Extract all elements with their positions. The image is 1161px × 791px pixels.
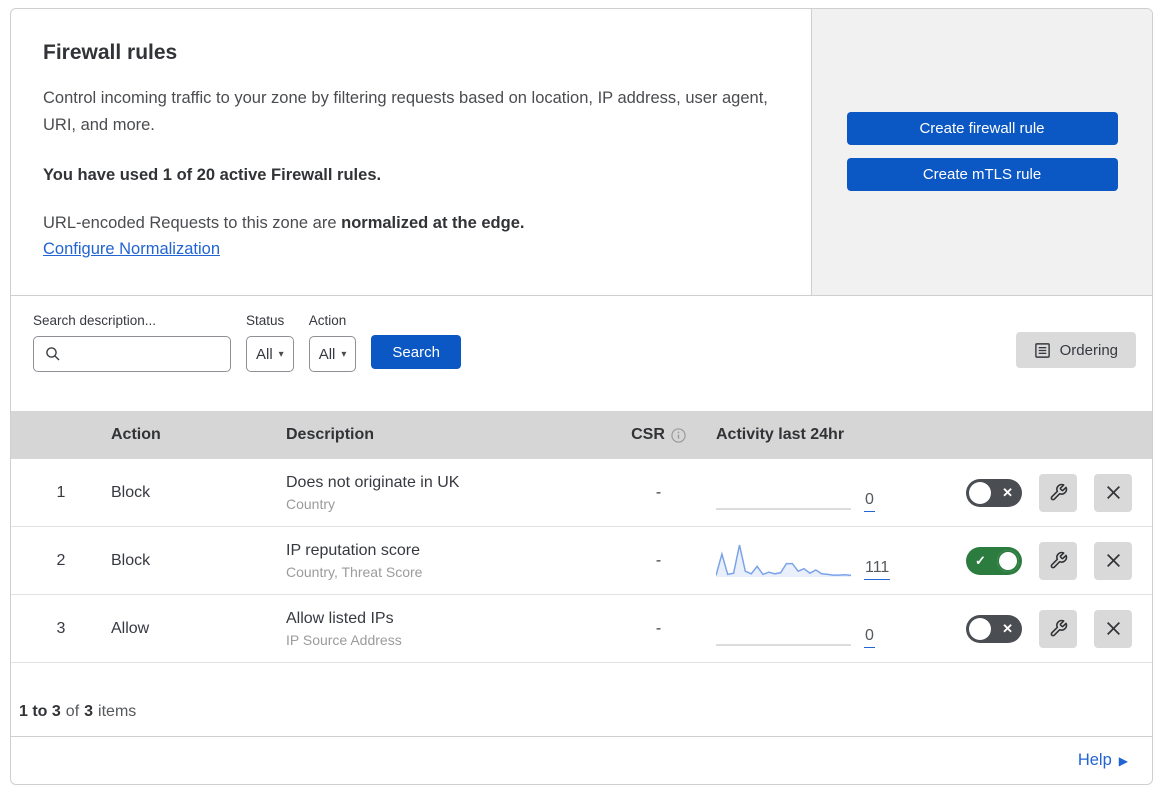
rule-description: Does not originate in UK (286, 473, 460, 491)
rule-priority: 3 (56, 619, 66, 637)
rule-controls: ✓ ✕ (966, 541, 1152, 580)
toggle-knob (969, 481, 991, 504)
search-field[interactable] (33, 336, 231, 372)
page-title: Firewall rules (43, 41, 178, 64)
activity-count-link[interactable]: 0 (864, 627, 875, 648)
usage-note: You have used 1 of 20 active Firewall ru… (43, 166, 382, 185)
status-filter-group: Status All ▾ (246, 313, 294, 372)
rule-description: Allow listed IPs (286, 609, 394, 627)
rule-enabled-toggle[interactable]: ✓ ✕ (966, 614, 1022, 643)
wrench-icon (1050, 619, 1067, 637)
rule-description-cell: IP reputation score Country, Threat Scor… (286, 542, 606, 580)
chevron-down-icon: ▾ (278, 348, 284, 360)
check-icon: ✓ (975, 552, 986, 568)
toggle-knob (997, 549, 1019, 572)
rule-priority: 1 (56, 483, 66, 501)
list-document-icon (1034, 342, 1050, 358)
rule-csr-value: - (655, 551, 662, 569)
actions-side-panel: Create firewall rule Create mTLS rule (811, 9, 1152, 295)
action-filter-group: Action All ▾ (308, 313, 357, 372)
x-icon: ✕ (1002, 620, 1013, 636)
arrow-right-icon: ▶ (1118, 753, 1128, 768)
ordering-button-label: Ordering (1059, 341, 1118, 359)
rule-priority: 2 (56, 551, 66, 569)
page-description: Control incoming traffic to your zone by… (43, 89, 768, 134)
rule-csr-value: - (655, 619, 662, 637)
action-label: Action (308, 313, 347, 328)
table-row: 1 Block Does not originate in UK Country… (11, 459, 1152, 527)
action-selected-value: All (318, 345, 336, 363)
csr-column-header: CSR (606, 426, 711, 444)
rule-action: Block (111, 483, 151, 501)
activity-count-link[interactable]: 0 (864, 491, 875, 512)
chevron-down-icon: ▾ (341, 348, 347, 360)
activity-sparkline (715, 541, 852, 581)
action-select[interactable]: All ▾ (308, 336, 357, 372)
delete-rule-button[interactable] (1094, 609, 1132, 648)
toggle-knob (969, 617, 991, 640)
table-row: 3 Allow Allow listed IPs IP Source Addre… (11, 595, 1152, 663)
create-firewall-rule-button[interactable]: Create firewall rule (846, 112, 1118, 145)
close-icon (1106, 486, 1120, 499)
activity-sparkline (716, 609, 851, 649)
create-mtls-rule-button[interactable]: Create mTLS rule (846, 158, 1118, 191)
rule-match-fields: Country (286, 495, 336, 512)
filter-bar: Search description... Status All ▾ Actio… (11, 296, 1152, 411)
info-icon[interactable] (671, 427, 686, 443)
ordering-button[interactable]: Ordering (1015, 332, 1136, 368)
activity-sparkline (716, 473, 851, 513)
search-group: Search description... (33, 313, 231, 372)
search-input[interactable] (61, 337, 230, 371)
header-text-block: Firewall rules Control incoming traffic … (11, 9, 811, 295)
table-row: 2 Block IP reputation score Country, Thr… (11, 527, 1152, 595)
close-icon (1106, 554, 1120, 567)
search-icon (46, 347, 60, 361)
delete-rule-button[interactable] (1094, 541, 1132, 580)
normalization-note: URL-encoded Requests to this zone are no… (43, 214, 525, 233)
activity-column-header: Activity last 24hr (716, 426, 845, 443)
edit-rule-button[interactable] (1039, 541, 1077, 580)
rule-description-cell: Allow listed IPs IP Source Address (286, 610, 606, 648)
rule-controls: ✓ ✕ (966, 473, 1152, 512)
help-link[interactable]: Help ▶ (1078, 751, 1128, 770)
rule-activity-cell: 111 (711, 541, 966, 581)
action-column-header: Action (111, 426, 161, 443)
rule-description-cell: Does not originate in UK Country (286, 474, 606, 512)
table-body: 1 Block Does not originate in UK Country… (11, 459, 1152, 663)
configure-normalization-link[interactable]: Configure Normalization (43, 240, 220, 258)
status-selected-value: All (256, 345, 273, 363)
table-header: Action Description CSR Activity last 24h… (11, 411, 1152, 459)
rule-activity-cell: 0 (711, 609, 966, 649)
status-label: Status (246, 313, 285, 328)
search-button[interactable]: Search (371, 335, 461, 369)
rule-description: IP reputation score (286, 541, 421, 559)
rule-activity-cell: 0 (711, 473, 966, 513)
search-label: Search description... (33, 313, 157, 328)
header-section: Firewall rules Control incoming traffic … (11, 9, 1152, 296)
wrench-icon (1050, 551, 1067, 569)
rule-controls: ✓ ✕ (966, 609, 1152, 648)
activity-count-link[interactable]: 111 (864, 559, 891, 580)
delete-rule-button[interactable] (1094, 473, 1132, 512)
status-select[interactable]: All ▾ (246, 336, 294, 372)
rule-action: Block (111, 551, 151, 569)
rule-enabled-toggle[interactable]: ✓ ✕ (966, 546, 1022, 575)
help-footer: Help ▶ (11, 737, 1152, 784)
edit-rule-button[interactable] (1039, 473, 1077, 512)
rule-match-fields: IP Source Address (286, 631, 402, 648)
rule-csr-value: - (655, 483, 662, 501)
rule-action: Allow (111, 619, 150, 637)
pagination-summary: 1 to 3 of 3 items (11, 663, 1152, 737)
description-column-header: Description (286, 426, 375, 443)
edit-rule-button[interactable] (1039, 609, 1077, 648)
x-icon: ✕ (1002, 484, 1013, 500)
close-icon (1106, 622, 1120, 635)
wrench-icon (1050, 483, 1067, 501)
firewall-rules-panel: Firewall rules Control incoming traffic … (10, 8, 1153, 785)
rule-enabled-toggle[interactable]: ✓ ✕ (966, 478, 1022, 507)
rule-match-fields: Country, Threat Score (286, 563, 423, 580)
